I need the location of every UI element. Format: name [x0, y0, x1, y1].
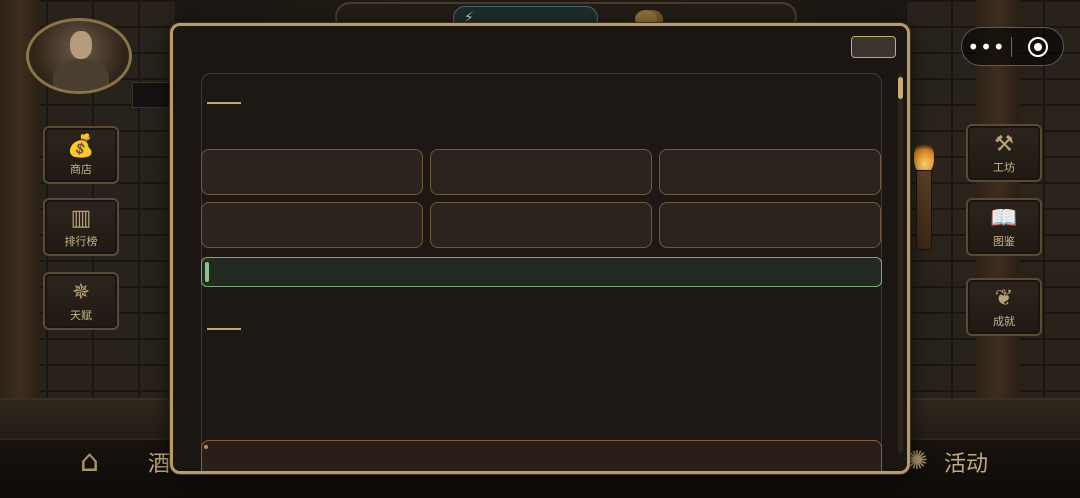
target-icon: [1027, 36, 1048, 57]
modal-close-button[interactable]: [851, 36, 896, 58]
avatar-head: [70, 31, 92, 59]
option-button-4[interactable]: [201, 202, 423, 248]
hammer-icon: ⚒: [994, 132, 1014, 157]
achievement-label: 成就: [993, 315, 1015, 328]
option-button-6[interactable]: [659, 202, 881, 248]
section-divider-line: [207, 328, 241, 330]
section-header-1: [207, 86, 247, 106]
podium-icon: ▥: [70, 206, 92, 231]
scrollbar-thumb[interactable]: [898, 77, 903, 99]
workshop-label: 工坊: [993, 161, 1015, 174]
talent-button[interactable]: ✵ 天赋: [43, 272, 119, 330]
workshop-button[interactable]: ⚒ 工坊: [966, 124, 1042, 182]
more-options-button[interactable]: •••: [962, 29, 1011, 65]
modal-content-panel: [201, 73, 882, 471]
modal-scrollbar[interactable]: [898, 73, 903, 453]
miniprogram-capsule: •••: [961, 27, 1064, 66]
achievement-button[interactable]: ❦ 成就: [966, 278, 1042, 336]
codex-button[interactable]: 📖 图鉴: [966, 198, 1042, 256]
talent-label: 天赋: [70, 309, 92, 322]
section-header-2: [207, 312, 247, 332]
player-avatar[interactable]: [26, 18, 132, 94]
option-button-2[interactable]: [430, 149, 652, 195]
book-icon: 📖: [990, 206, 1018, 231]
tavern-tab-label[interactable]: 酒: [148, 446, 170, 478]
torch-icon: [910, 140, 938, 250]
settings-modal: [170, 23, 910, 474]
section-divider-line: [207, 102, 241, 104]
moneybag-icon: 💰: [67, 134, 95, 159]
avatar-armor: [53, 59, 109, 91]
warning-indicator: [204, 445, 208, 449]
warning-action-row[interactable]: [201, 440, 882, 471]
laurel-icon: ❦: [994, 286, 1014, 311]
tavern-house-icon[interactable]: ⌂: [80, 444, 99, 479]
shop-label: 商店: [70, 163, 92, 176]
selected-option-row[interactable]: [201, 257, 882, 287]
leaderboard-label: 排行榜: [64, 235, 98, 248]
option-button-3[interactable]: [659, 149, 881, 195]
codex-label: 图鉴: [993, 235, 1015, 248]
close-miniprogram-button[interactable]: [1012, 36, 1063, 57]
selection-indicator: [205, 262, 209, 282]
shop-button[interactable]: 💰 商店: [43, 126, 119, 184]
leaderboard-button[interactable]: ▥ 排行榜: [43, 198, 119, 256]
option-button-1[interactable]: [201, 149, 423, 195]
event-tab-label[interactable]: 活动: [944, 446, 988, 478]
star-icon: ✵: [71, 280, 91, 305]
option-button-5[interactable]: [430, 202, 652, 248]
